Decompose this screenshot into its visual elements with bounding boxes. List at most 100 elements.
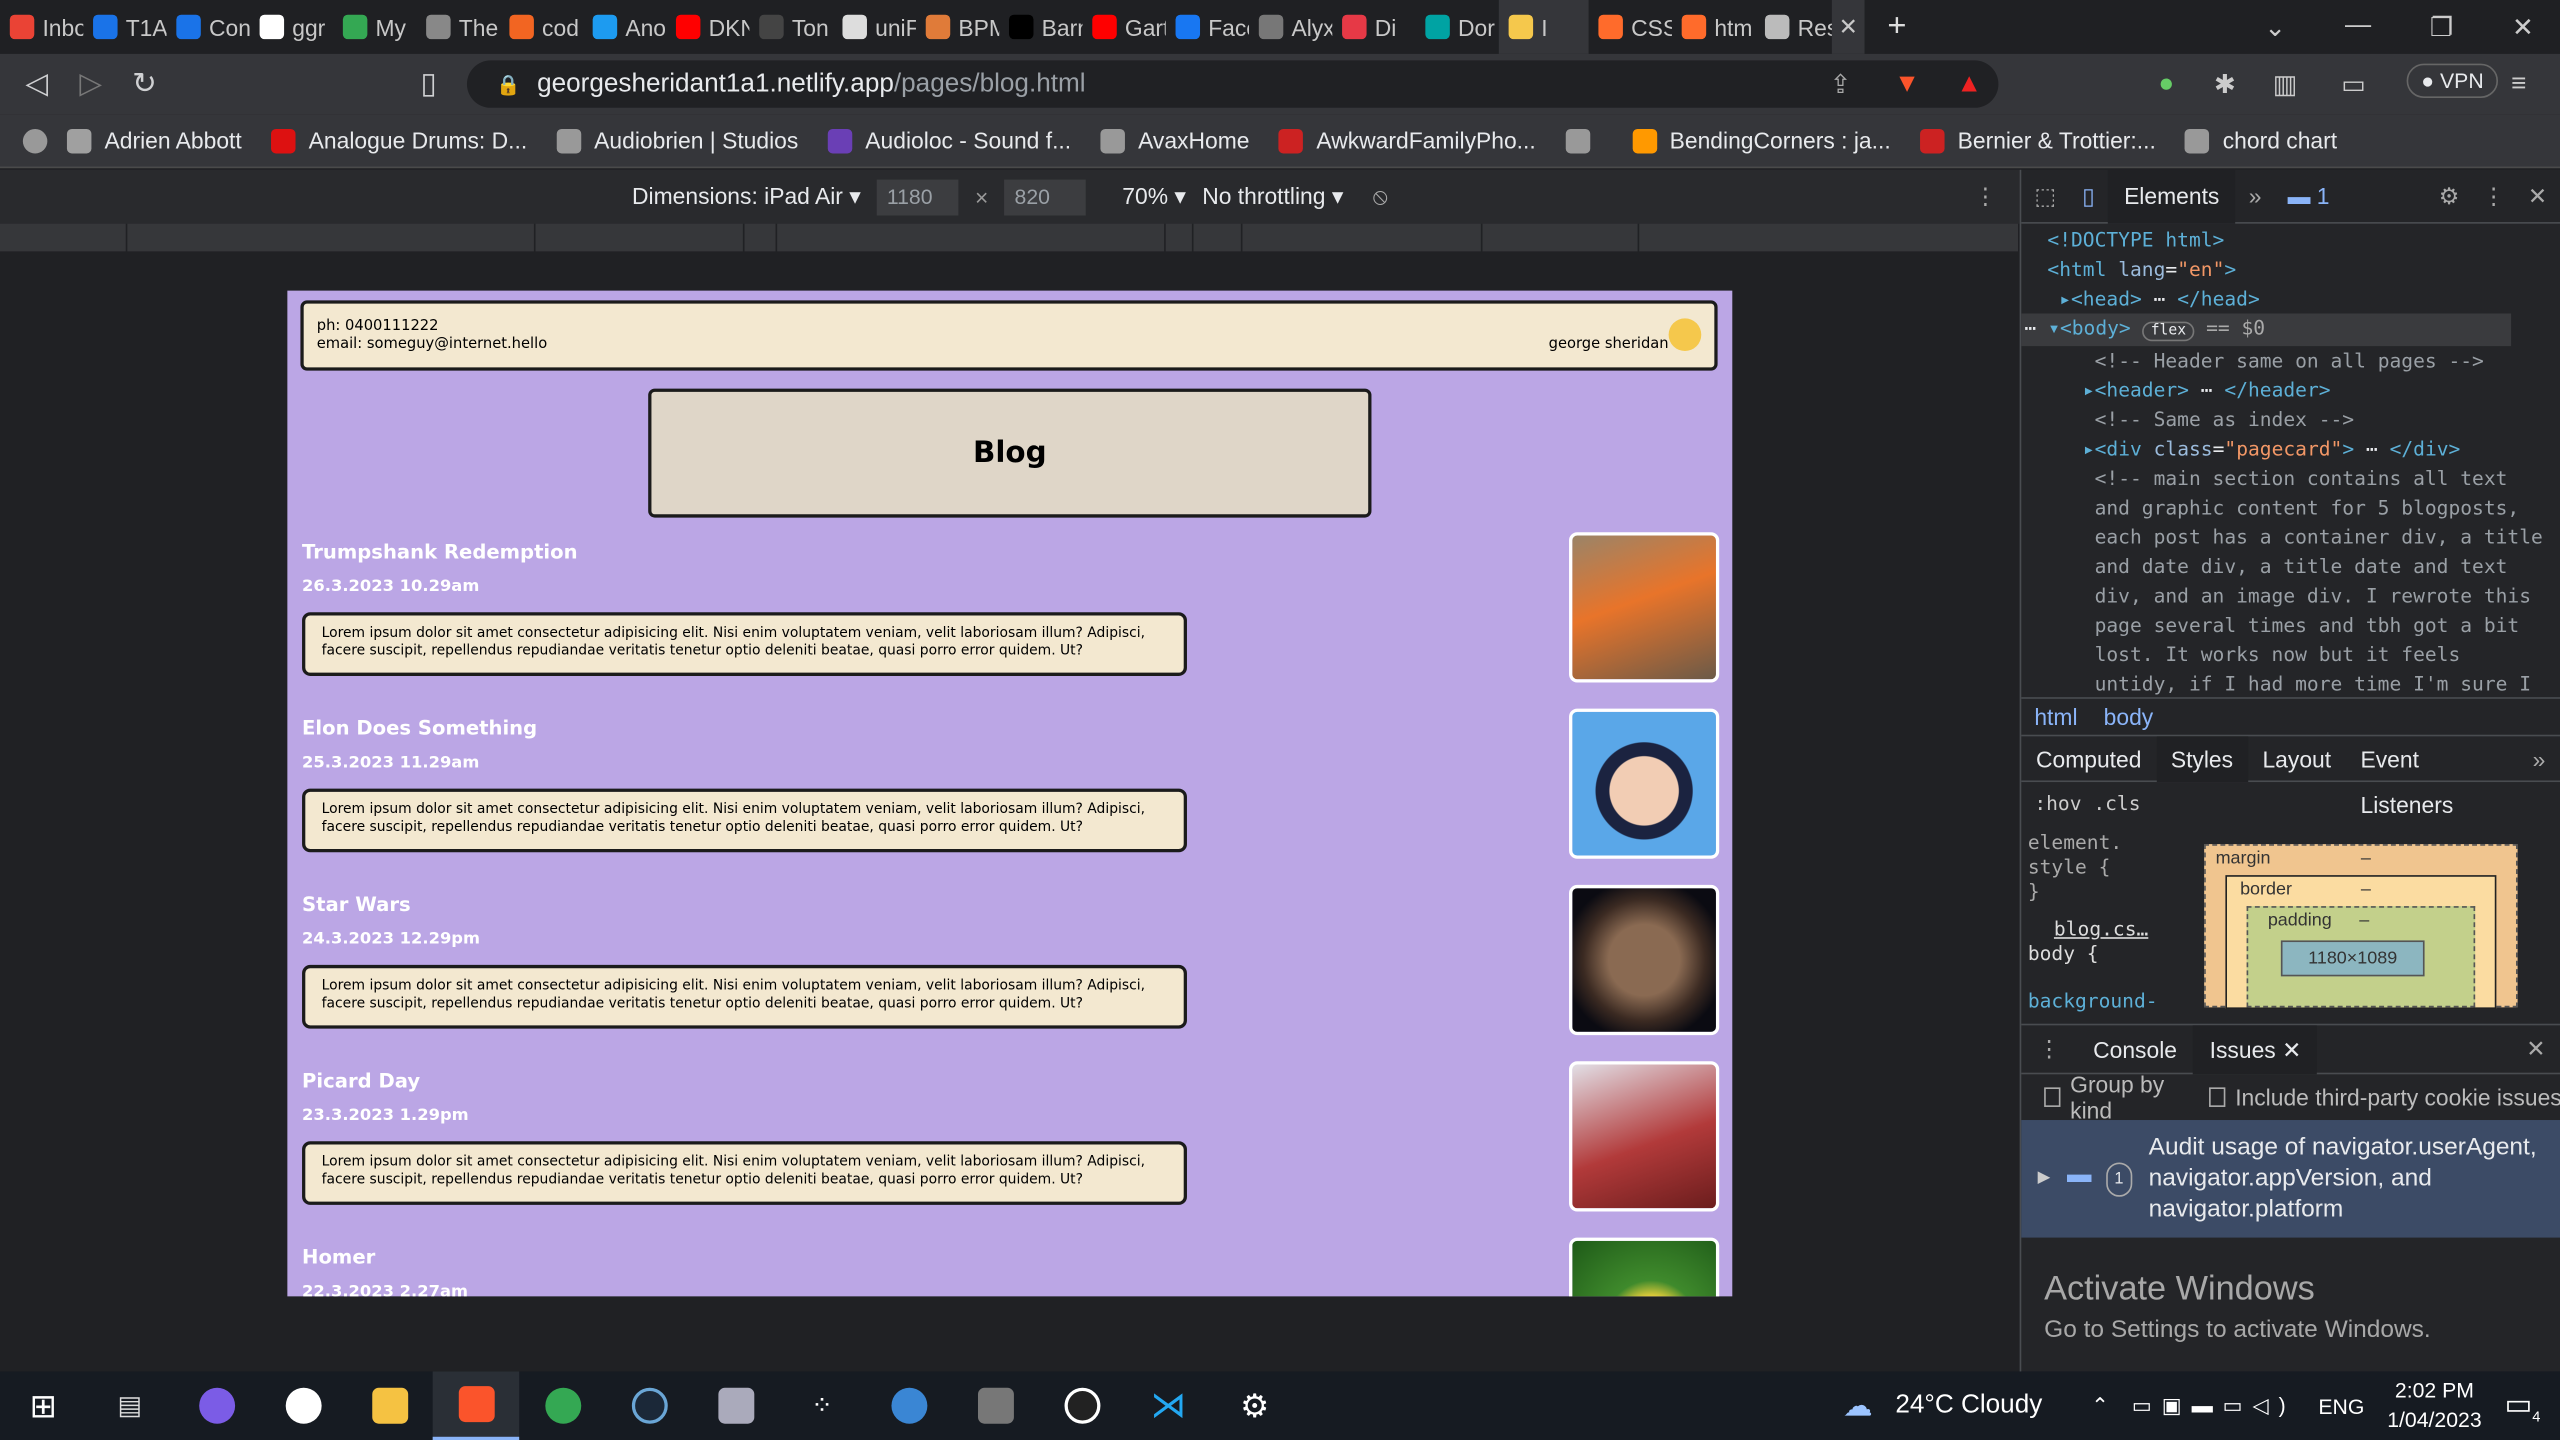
- reload-icon[interactable]: ↻: [118, 67, 172, 101]
- styles-tab[interactable]: Event Listeners: [2346, 736, 2518, 817]
- styles-more-icon[interactable]: »: [2518, 736, 2560, 782]
- browser-tab[interactable]: Dor: [1416, 0, 1499, 54]
- device-more-icon[interactable]: ⋮: [1974, 183, 1997, 211]
- browser-tab[interactable]: My: [333, 0, 416, 54]
- bookmark-item[interactable]: BendingCorners : ja...: [1632, 127, 1891, 153]
- close-window-icon[interactable]: ✕: [2512, 11, 2534, 44]
- browser-tab[interactable]: Alyx: [1249, 0, 1332, 54]
- tab-search-icon[interactable]: ⌄: [2264, 11, 2286, 44]
- new-tab-button[interactable]: +: [1865, 8, 1930, 46]
- browser-tab[interactable]: ggr: [250, 0, 333, 54]
- browser-tab[interactable]: BPM: [916, 0, 999, 54]
- browser-tab[interactable]: Barr: [999, 0, 1082, 54]
- bookmark-item[interactable]: AvaxHome: [1100, 127, 1249, 153]
- issue-item[interactable]: ▶ ▬ 1 Audit usage of navigator.userAgent…: [2021, 1120, 2560, 1238]
- styles-tab[interactable]: Styles: [2156, 735, 2248, 782]
- browser-tab[interactable]: CSS: [1589, 0, 1672, 54]
- restore-icon[interactable]: ❐: [2430, 11, 2453, 44]
- browser-tab[interactable]: cod: [500, 0, 583, 54]
- tray-icons[interactable]: ▭▣▬▭◁): [2132, 1393, 2296, 1419]
- browser-tab[interactable]: Ano: [583, 0, 666, 54]
- browser-tab[interactable]: Con: [167, 0, 250, 54]
- file-explorer-icon[interactable]: [346, 1371, 433, 1440]
- browser-tab[interactable]: I: [1498, 0, 1589, 54]
- more-tabs-icon[interactable]: »: [2236, 183, 2275, 209]
- rule-source-link[interactable]: blog.cs…: [2054, 918, 2158, 942]
- rotate-icon[interactable]: ⦸: [1373, 183, 1388, 211]
- settings-gear-icon[interactable]: ⚙: [1211, 1371, 1298, 1440]
- bookmark-item[interactable]: Audioloc - Sound f...: [827, 127, 1071, 153]
- browser-tab[interactable]: Gart: [1082, 0, 1166, 54]
- devtools-close-icon[interactable]: ✕: [2515, 182, 2560, 210]
- device-select[interactable]: Dimensions: iPad Air ▾: [632, 183, 861, 211]
- group-by-kind-checkbox[interactable]: [2044, 1087, 2061, 1107]
- styles-tab[interactable]: Layout: [2248, 736, 2346, 782]
- browser-tab[interactable]: htm: [1672, 0, 1755, 54]
- puzzle-icon[interactable]: ✱: [2214, 68, 2236, 101]
- active-tab-close-icon[interactable]: ✕: [1831, 0, 1865, 54]
- bookmark-icon[interactable]: ▯: [402, 67, 456, 101]
- bookmark-item[interactable]: chord chart: [2185, 127, 2337, 153]
- app-icon-1[interactable]: [260, 1371, 347, 1440]
- sw-icon[interactable]: [865, 1371, 952, 1440]
- browser-tab[interactable]: T1A: [83, 0, 167, 54]
- device-toggle-icon[interactable]: ▯: [2069, 182, 2108, 210]
- tidal-icon[interactable]: ⁘: [779, 1371, 866, 1440]
- vpn-button[interactable]: ● VPN: [2406, 63, 2499, 98]
- vscode-icon[interactable]: ⋊: [1125, 1371, 1212, 1440]
- chrome-icon[interactable]: [519, 1371, 606, 1440]
- browser-tab[interactable]: Di: [1332, 0, 1415, 54]
- devtools-more-icon[interactable]: ⋮: [2472, 182, 2514, 210]
- device-height-input[interactable]: 820: [1004, 178, 1087, 215]
- tab-elements[interactable]: Elements: [2107, 168, 2236, 223]
- explorer-icon[interactable]: [692, 1371, 779, 1440]
- third-party-checkbox[interactable]: [2209, 1087, 2226, 1107]
- breadcrumb-item[interactable]: body: [2104, 704, 2154, 730]
- bookmark-globe-icon[interactable]: [22, 128, 48, 153]
- meter-icon[interactable]: [952, 1371, 1039, 1440]
- dom-tree[interactable]: <!DOCTYPE html> <html lang="en"> ▸<head>…: [2021, 224, 2560, 697]
- address-bar[interactable]: 🔒 georgesheridant1a1.netlify.app/pages/b…: [466, 60, 1999, 108]
- arc-icon[interactable]: [173, 1371, 260, 1440]
- styles-tab[interactable]: Computed: [2021, 736, 2156, 782]
- bookmark-item[interactable]: AwkwardFamilyPho...: [1278, 127, 1536, 153]
- bookmark-item[interactable]: Audiobrien | Studios: [556, 127, 798, 153]
- minimize-icon[interactable]: —: [2345, 11, 2371, 44]
- steam-icon[interactable]: [606, 1371, 693, 1440]
- penguin-icon[interactable]: [1038, 1371, 1125, 1440]
- menu-icon[interactable]: ≡: [2511, 69, 2526, 98]
- device-width-input[interactable]: 1180: [877, 178, 959, 215]
- weather-text[interactable]: 24°C Cloudy: [1895, 1391, 2042, 1420]
- tray-chevron-icon[interactable]: ⌃: [2091, 1393, 2109, 1419]
- weather-icon[interactable]: ☁: [1843, 1389, 1872, 1423]
- drawer-more-icon[interactable]: ⋮: [2021, 1035, 2077, 1063]
- throttle-select[interactable]: No throttling ▾: [1202, 183, 1343, 211]
- browser-tab[interactable]: Ton: [749, 0, 832, 54]
- bookmark-item[interactable]: [1565, 127, 1603, 153]
- inspect-icon[interactable]: ⬚: [2021, 182, 2069, 210]
- zoom-select[interactable]: 70% ▾: [1122, 183, 1186, 211]
- forward-icon[interactable]: ▷: [64, 67, 118, 101]
- brave-rewards-icon[interactable]: ▲: [1956, 69, 1982, 98]
- settings-icon[interactable]: ⚙: [2426, 182, 2473, 210]
- breadcrumb-item[interactable]: html: [2034, 704, 2077, 730]
- expand-icon[interactable]: ▶: [2038, 1162, 2051, 1193]
- language-indicator[interactable]: ENG: [2318, 1394, 2364, 1418]
- back-icon[interactable]: ◁: [10, 67, 64, 101]
- brave-icon[interactable]: [432, 1371, 520, 1440]
- browser-tab[interactable]: Face: [1166, 0, 1249, 54]
- drawer-close-icon[interactable]: ✕: [2510, 1035, 2560, 1063]
- wallet-icon[interactable]: ▭: [2341, 68, 2366, 101]
- clock[interactable]: 2:02 PM 1/04/2023: [2387, 1376, 2481, 1435]
- media-query-ruler[interactable]: [0, 223, 2020, 252]
- browser-tab[interactable]: The: [416, 0, 499, 54]
- browser-tab[interactable]: uniF: [833, 0, 916, 54]
- brave-shield-icon[interactable]: ▼: [1894, 69, 1920, 98]
- browser-tab[interactable]: Inbo: [0, 0, 83, 54]
- browser-tab[interactable]: DKN: [666, 0, 749, 54]
- start-icon[interactable]: ⊞: [0, 1371, 87, 1440]
- style-filter[interactable]: :hov .cls: [2034, 792, 2140, 815]
- rule-property[interactable]: background-: [2028, 989, 2158, 1013]
- sidebar-icon[interactable]: ▥: [2273, 68, 2298, 101]
- tab-console[interactable]: Console: [2077, 1036, 2194, 1062]
